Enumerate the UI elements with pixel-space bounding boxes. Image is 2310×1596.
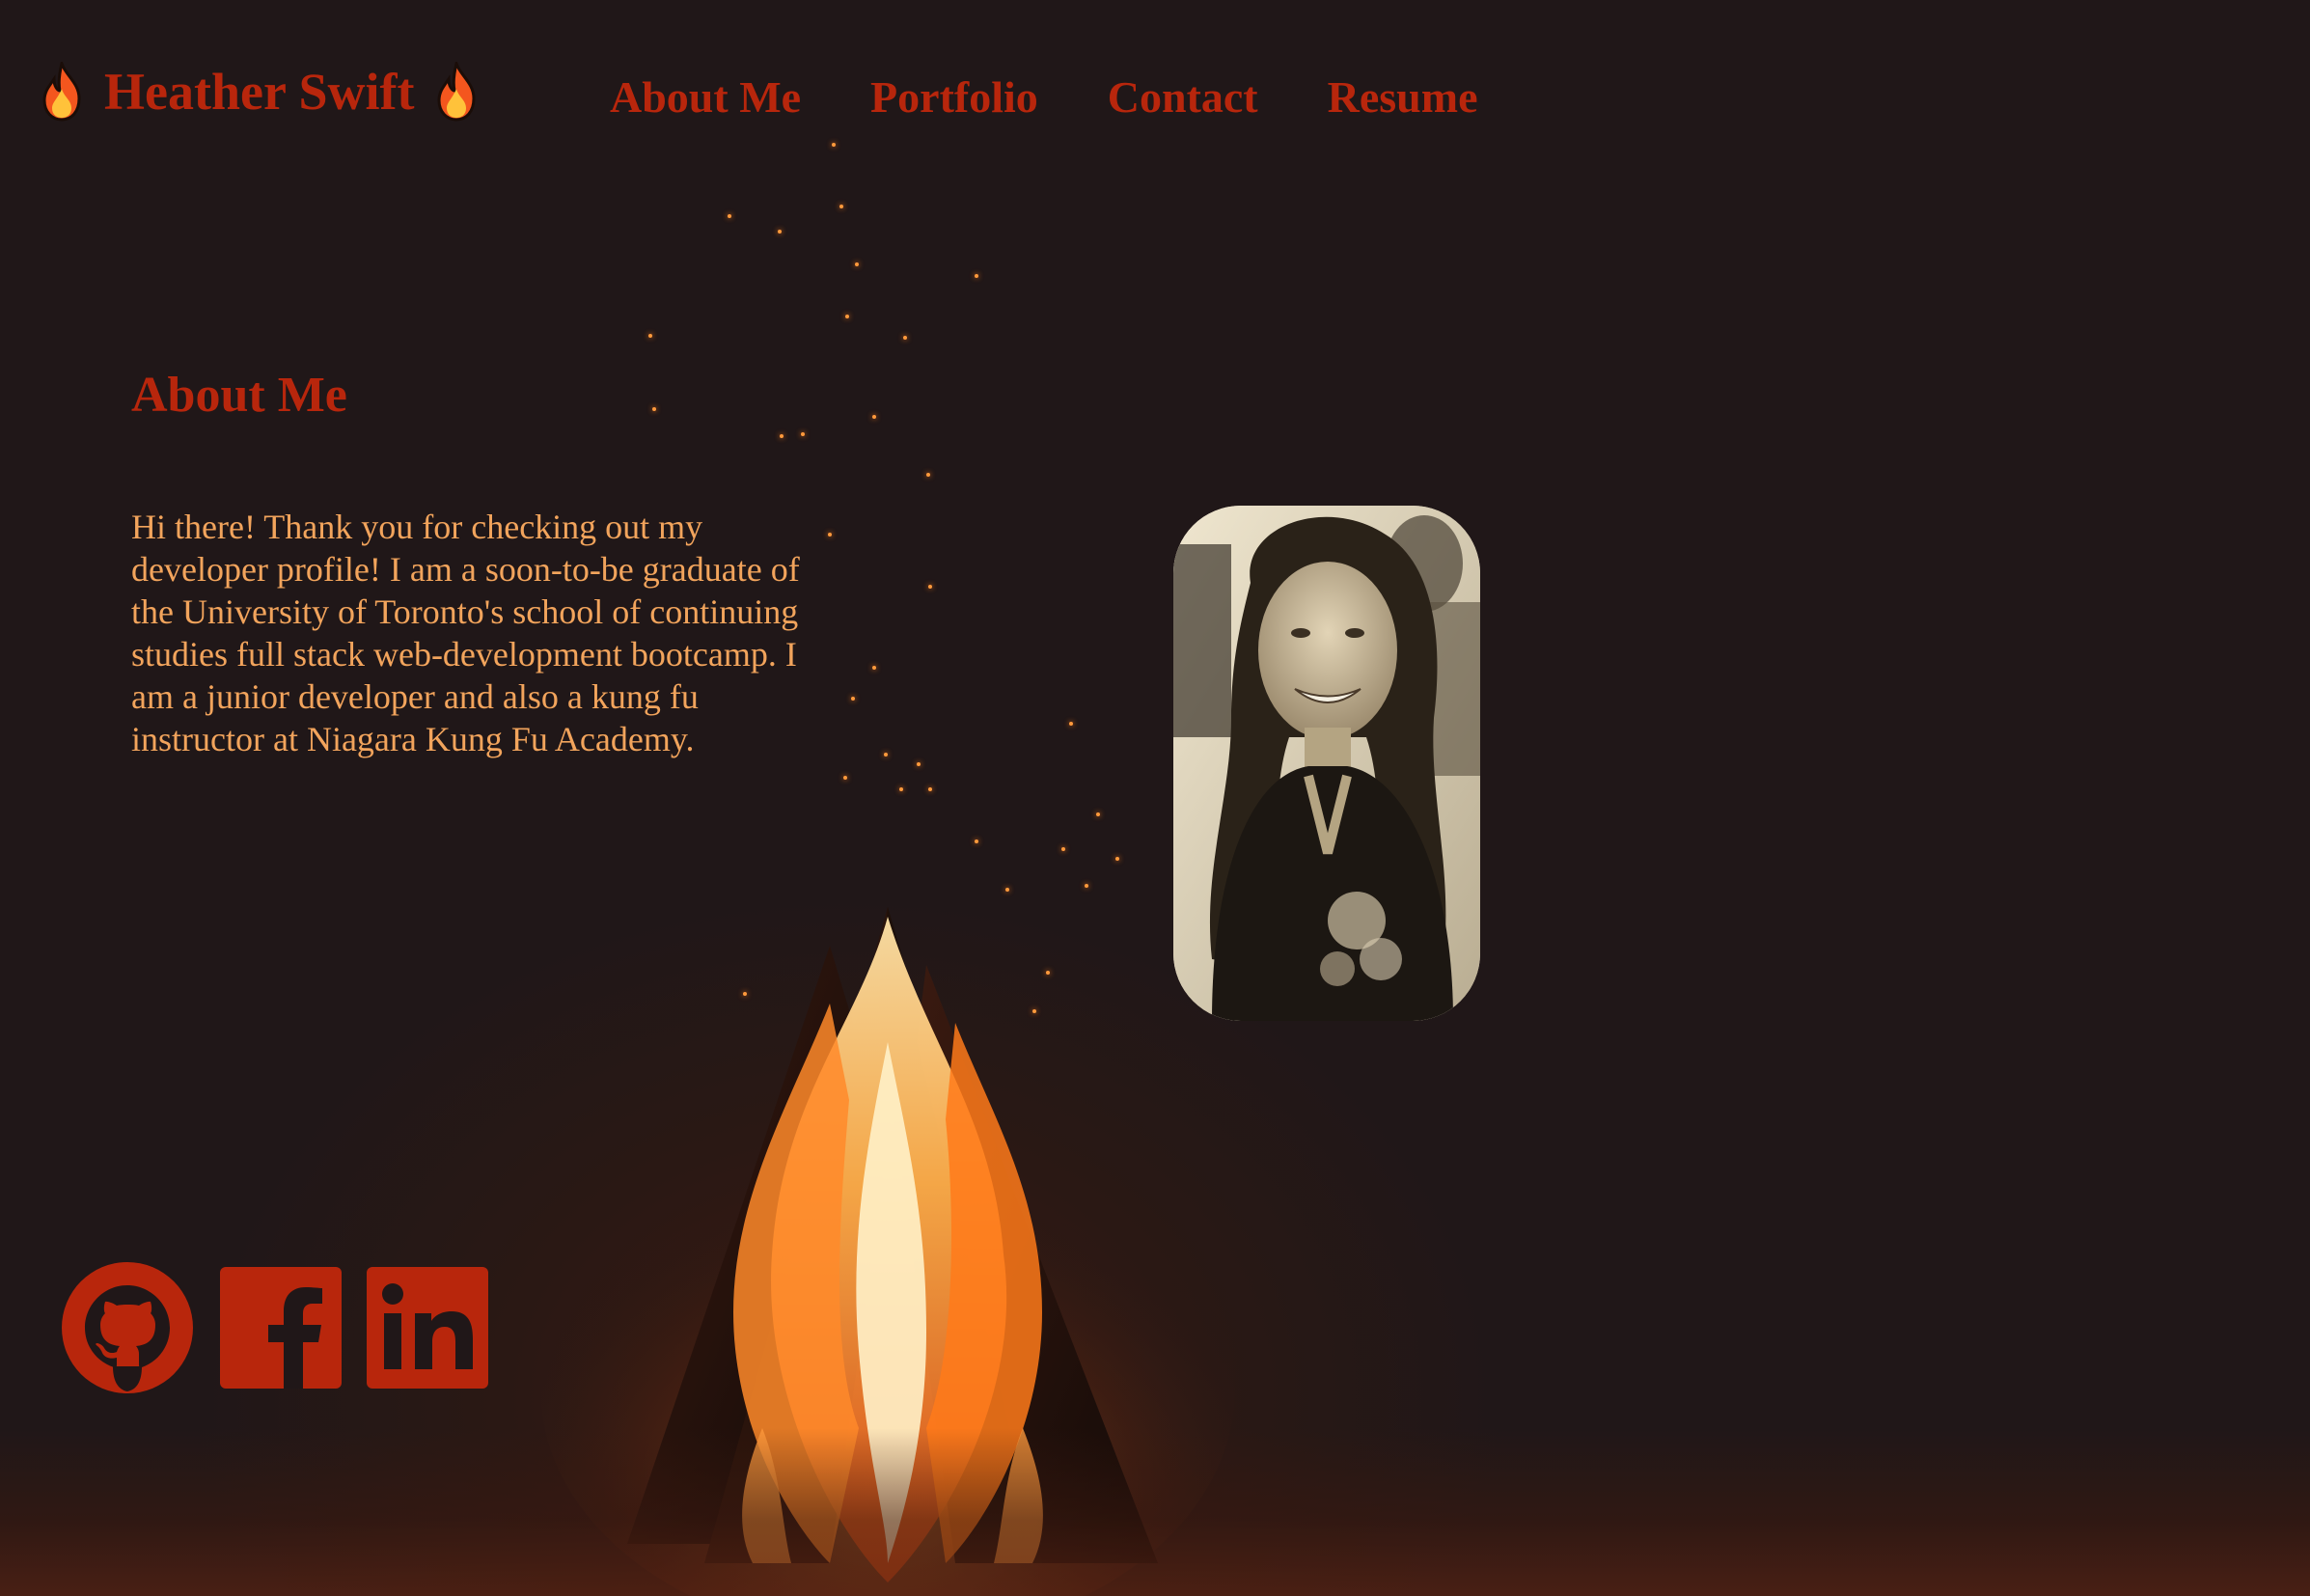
about-title: About Me xyxy=(131,368,347,423)
brand-name: Heather Swift xyxy=(104,63,415,121)
nav-link-portfolio[interactable]: Portfolio xyxy=(870,71,1038,123)
fire-icon xyxy=(42,62,81,122)
nav-link-resume[interactable]: Resume xyxy=(1328,71,1478,123)
about-body: Hi there! Thank you for checking out my … xyxy=(131,508,800,758)
social-links xyxy=(60,1260,488,1395)
profile-photo-image xyxy=(1173,506,1480,1021)
page: Heather Swift About Me Portfolio Contact… xyxy=(0,0,2310,1596)
profile-photo xyxy=(1173,506,1480,1021)
linkedin-icon[interactable] xyxy=(367,1267,488,1389)
nav-links: About Me Portfolio Contact Resume xyxy=(610,71,1477,123)
brand[interactable]: Heather Swift xyxy=(37,62,481,122)
nav-link-about-me[interactable]: About Me xyxy=(610,71,801,123)
facebook-icon[interactable] xyxy=(220,1267,342,1389)
github-icon[interactable] xyxy=(60,1260,195,1395)
fire-icon xyxy=(437,62,476,122)
nav-link-contact[interactable]: Contact xyxy=(1108,71,1258,123)
navbar: Heather Swift About Me Portfolio Contact… xyxy=(0,0,2310,193)
ground-glow xyxy=(0,1428,2310,1596)
